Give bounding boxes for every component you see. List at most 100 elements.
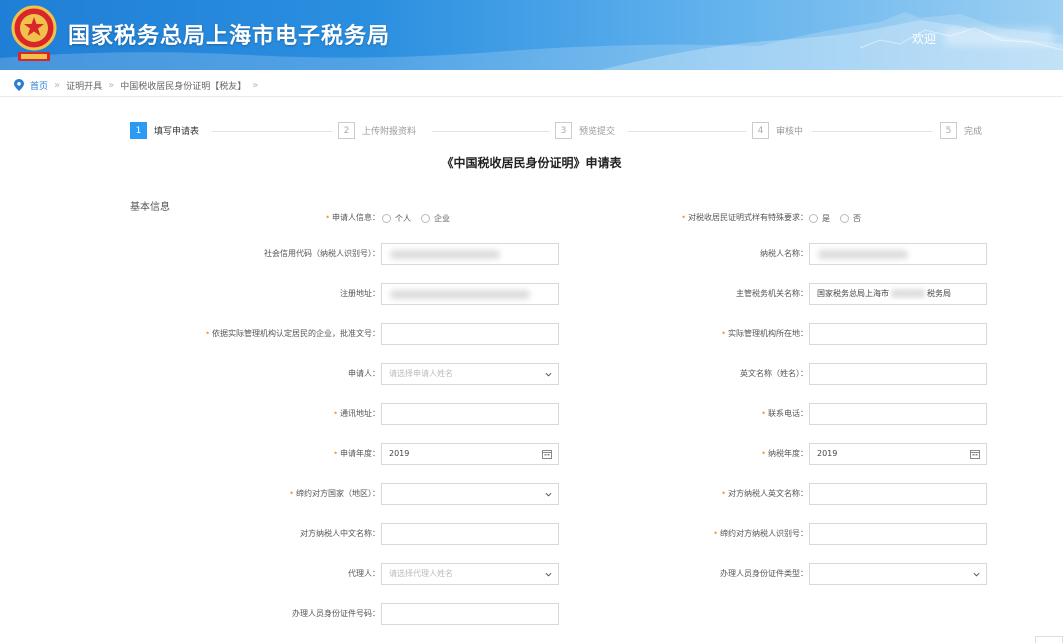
handler-id-number-field[interactable] (381, 603, 559, 625)
calendar-icon[interactable] (970, 449, 980, 459)
handler-id-type-label: 办理人员身份证件类型： (720, 569, 808, 578)
phone-label: • 联系电话： (761, 409, 808, 418)
apply-year-field[interactable]: 2019 (381, 443, 559, 465)
step-number: 5 (940, 122, 957, 139)
step-label: 审核中 (776, 127, 804, 137)
credit-code-field[interactable] (381, 243, 559, 265)
progress-steps: 1 填写申请表 2 上传附报资料 3 预览提交 4 审核中 5 完成 (130, 122, 990, 140)
taxpayer-name-label: 纳税人名称： (760, 249, 808, 258)
registered-address-label: 注册地址： (340, 289, 380, 298)
agent-select[interactable]: 请选择代理人姓名 (381, 563, 559, 585)
step-number: 1 (130, 122, 147, 139)
credit-code-label: 社会信用代码（纳税人识别号）： (264, 249, 380, 258)
phone-field[interactable] (809, 403, 987, 425)
approval-doc-field[interactable] (381, 323, 559, 345)
location-pin-icon (14, 79, 24, 91)
step-connector (432, 131, 550, 132)
agent-label: 代理人： (348, 569, 380, 578)
form-row: • 依据实际管理机构认定居民的企业，批准文号： • 实际管理机构所在地： (0, 322, 1063, 346)
other-english-name-field[interactable] (809, 483, 987, 505)
chevron-down-icon (973, 572, 980, 577)
form-row: 代理人： 请选择代理人姓名 办理人员身份证件类型： (0, 562, 1063, 586)
step-connector (212, 131, 332, 132)
handler-id-type-select[interactable] (809, 563, 987, 585)
form-row: 办理人员身份证件号码： (0, 602, 1063, 626)
step-label: 上传附报资料 (362, 127, 417, 137)
step-number: 2 (338, 122, 355, 139)
special-requirement-no[interactable]: 否 (840, 213, 861, 224)
tax-year-field[interactable]: 2019 (809, 443, 987, 465)
breadcrumb-current: 中国税收居民身份证明【税友】 (120, 81, 247, 92)
step-complete: 5 完成 (940, 122, 982, 139)
english-name-field[interactable] (809, 363, 987, 385)
radio-icon[interactable] (809, 213, 818, 223)
masked-district (891, 289, 925, 298)
other-tin-label: • 缔约对方纳税人识别号： (713, 529, 808, 538)
special-requirement-label: • 对税收居民证明式样有特殊要求： (681, 213, 808, 222)
form-row: • 缔约对方国家（地区）： • 对方纳税人英文名称： (0, 482, 1063, 506)
calendar-icon[interactable] (542, 449, 552, 459)
other-english-name-label: • 对方纳税人英文名称： (721, 489, 808, 498)
taxpayer-name-field[interactable] (809, 243, 987, 265)
site-title: 国家税务总局上海市电子税务局 (68, 24, 391, 49)
step-label: 预览提交 (579, 127, 616, 137)
breadcrumb-separator-icon: » (252, 79, 259, 91)
breadcrumb-separator-icon: » (54, 79, 61, 91)
step-label: 填写申请表 (154, 127, 200, 137)
radio-icon[interactable] (840, 213, 849, 223)
form-title: 《中国税收居民身份证明》申请表 (441, 156, 622, 170)
applicant-info-label: • 申请人信息： (325, 213, 380, 222)
breadcrumb-separator-icon: » (108, 79, 115, 91)
breadcrumb: 首页 » 证明开具 » 中国税收居民身份证明【税友】 » (14, 77, 264, 93)
other-chinese-name-label: 对方纳税人中文名称： (300, 529, 380, 538)
floating-widget[interactable] (1035, 636, 1063, 643)
tax-authority-field[interactable]: 国家税务总局上海市 税务局 (809, 283, 987, 305)
form-row: • 通讯地址： • 联系电话： (0, 402, 1063, 426)
mail-address-label: • 通讯地址： (333, 409, 380, 418)
mail-address-field[interactable] (381, 403, 559, 425)
step-upload: 2 上传附报资料 (338, 122, 416, 139)
breadcrumb-certificate-link[interactable]: 证明开具 (66, 79, 102, 92)
tax-bureau-emblem-icon (11, 5, 57, 61)
form-row: • 申请年度： 2019 • 纳税年度： 2019 (0, 442, 1063, 466)
handler-id-number-label: 办理人员身份证件号码： (292, 609, 380, 618)
applicant-type-radio-group: 个人 企业 (382, 206, 460, 230)
applicant-label: 申请人： (348, 369, 380, 378)
breadcrumb-home-link[interactable]: 首页 (30, 79, 48, 92)
tax-year-label: • 纳税年度： (761, 449, 808, 458)
special-requirement-yes[interactable]: 是 (809, 213, 830, 224)
form-row: 对方纳税人中文名称： • 缔约对方纳税人识别号： (0, 522, 1063, 546)
chevron-down-icon (545, 492, 552, 497)
form-row: 注册地址： 主管税务机关名称： 国家税务总局上海市 税务局 (0, 282, 1063, 306)
radio-icon[interactable] (382, 213, 391, 223)
form-row: 申请人： 请选择申请人姓名 英文名称（姓名）： (0, 362, 1063, 386)
step-number: 4 (752, 122, 769, 139)
step-label: 完成 (964, 127, 983, 137)
management-location-field[interactable] (809, 323, 987, 345)
treaty-country-label: • 缔约对方国家（地区）： (289, 489, 380, 498)
form-row: • 申请人信息： 个人 企业 • 对税收居民证明式样有特殊要求： 是 否 (0, 206, 1063, 230)
applicant-type-enterprise[interactable]: 企业 (421, 213, 450, 224)
step-connector (628, 131, 746, 132)
tax-authority-label: 主管税务机关名称： (736, 289, 808, 298)
step-number: 3 (555, 122, 572, 139)
approval-doc-label: • 依据实际管理机构认定居民的企业，批准文号： (205, 329, 380, 338)
form-row: 社会信用代码（纳税人识别号）： 纳税人名称： (0, 242, 1063, 266)
other-chinese-name-field[interactable] (381, 523, 559, 545)
other-tin-field[interactable] (809, 523, 987, 545)
chevron-down-icon (545, 372, 552, 377)
chevron-down-icon (545, 572, 552, 577)
welcome-text: 欢迎 (912, 32, 937, 46)
radio-icon[interactable] (421, 213, 430, 223)
apply-year-label: • 申请年度： (333, 449, 380, 458)
applicant-select[interactable]: 请选择申请人姓名 (381, 363, 559, 385)
treaty-country-select[interactable] (381, 483, 559, 505)
step-connector (812, 131, 932, 132)
registered-address-field[interactable] (381, 283, 559, 305)
management-location-label: • 实际管理机构所在地： (721, 329, 808, 338)
english-name-label: 英文名称（姓名）： (740, 369, 808, 378)
applicant-type-individual[interactable]: 个人 (382, 213, 411, 224)
breadcrumb-divider (0, 96, 1063, 97)
special-requirement-radio-group: 是 否 (809, 206, 871, 230)
step-review: 4 审核中 (752, 122, 803, 139)
